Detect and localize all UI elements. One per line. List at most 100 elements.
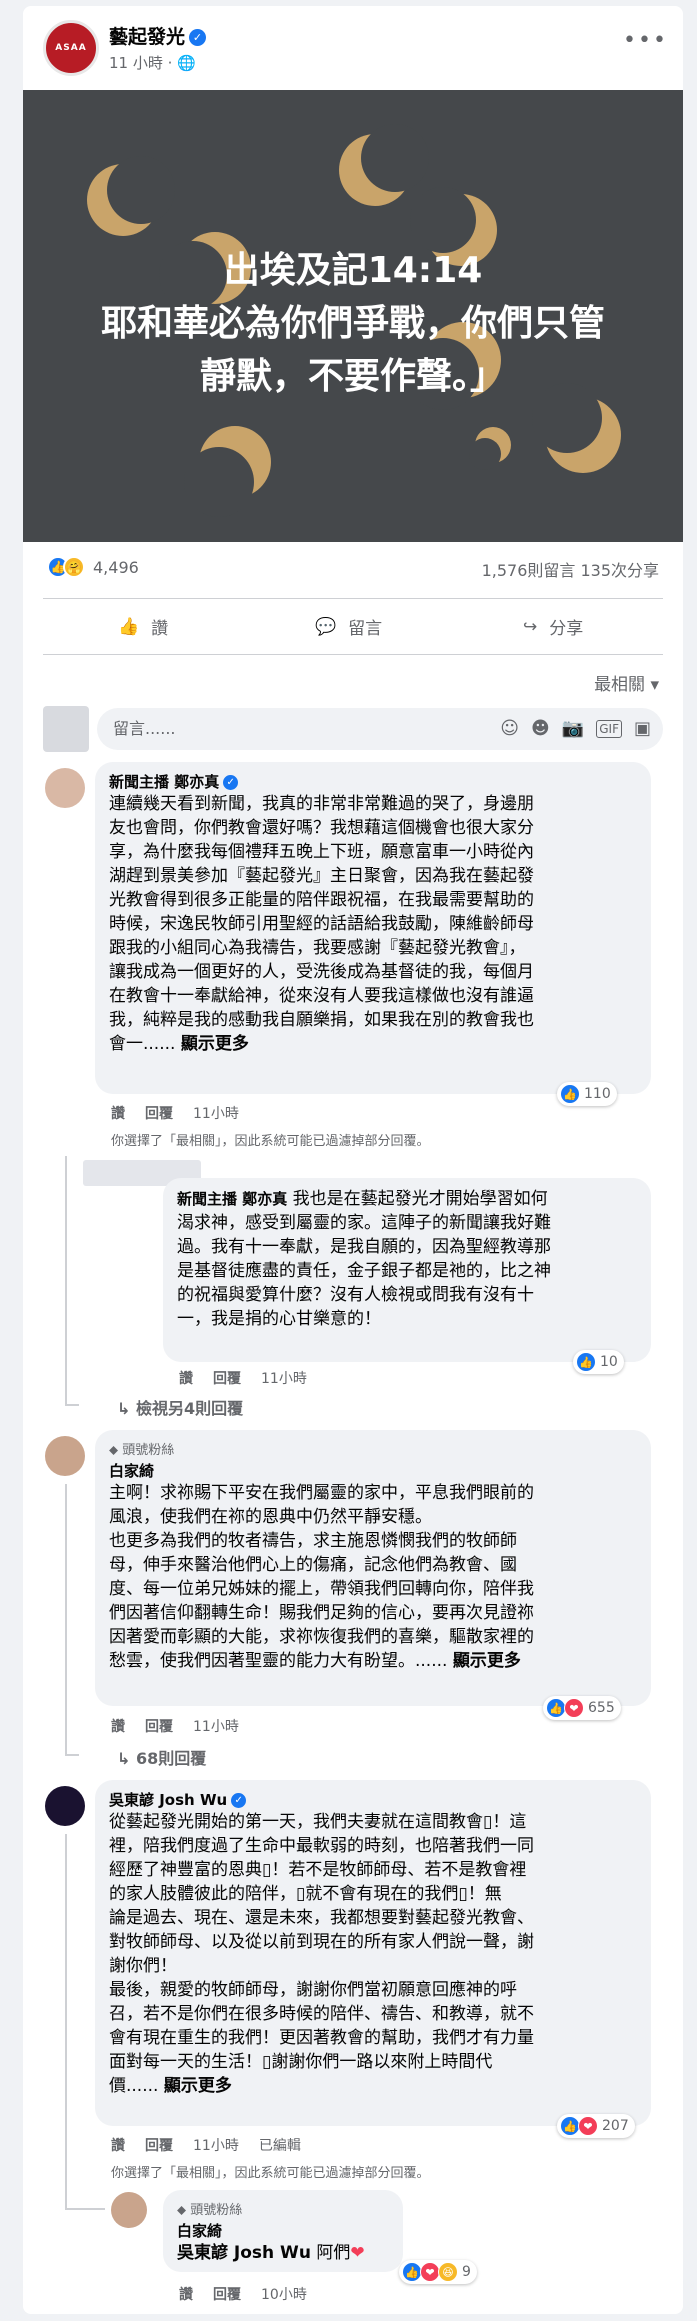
comment-line-text: 價...... bbox=[109, 2076, 164, 2096]
globe-icon: 🌐 bbox=[177, 54, 196, 72]
verified-icon: ✓ bbox=[189, 29, 207, 46]
comment-line-text: 會一...... bbox=[109, 1034, 181, 1054]
comment-text: 主啊！求祢賜下平安在我們屬靈的家中，平息我們眼前的 風浪，使我們在祢的恩典中仍然… bbox=[109, 1481, 637, 1673]
post-card: ASAA 藝起發光 ✓ 11 小時 · 🌐 ••• 出埃及記14:14 耶和華必為… bbox=[23, 6, 683, 2314]
comment-reactions[interactable]: 👍 ❤ 207 bbox=[557, 2114, 635, 2138]
like-reaction-icon: 👍 bbox=[560, 2116, 580, 2136]
emoji-icon[interactable]: ☻ bbox=[531, 708, 550, 750]
comment-line: 度、每一位弟兄姊妹的擺上，帶領我們回轉向你，陪伴我 bbox=[109, 1579, 534, 1599]
reaction-summary[interactable]: 👍 🤗 4,496 bbox=[47, 556, 139, 578]
comment-line: 面對每一天的生活！▯謝謝你們一路以來附上時間代 bbox=[109, 2052, 493, 2072]
comment-line-text: 愁雲，使我們因著聖靈的能力大有盼望。...... bbox=[109, 1651, 453, 1671]
like-reaction-icon: 👍 bbox=[560, 1084, 580, 1104]
comment-line: 對牧師師母、以及從以前到現在的所有家人們說一聲，謝 bbox=[109, 1932, 534, 1952]
comment-actions: 讚回覆 11小時 bbox=[111, 1103, 239, 1123]
like-reaction-icon: 👍 bbox=[546, 1698, 566, 1718]
see-more-link[interactable]: 顯示更多 bbox=[453, 1651, 521, 1671]
comment-like-button[interactable]: 讚 bbox=[111, 1716, 125, 1736]
comment-line: 是基督徒應盡的責任，金子銀子都是祂的，比之神 bbox=[177, 1261, 551, 1281]
reply-time[interactable]: 11小時 bbox=[261, 1368, 307, 1388]
commenter-name-text[interactable]: 新聞主播 鄭亦真 bbox=[109, 773, 219, 791]
comment-reactions[interactable]: 👍 110 bbox=[557, 1082, 617, 1106]
comment-line: 的家人肢體彼此的陪伴，▯就不會有現在的我們▯！無 bbox=[109, 1884, 502, 1904]
thread-line bbox=[65, 1404, 79, 1406]
commenter-name[interactable]: 吳東諺 Josh Wu ✓ bbox=[109, 1789, 637, 1810]
comment-reply-button[interactable]: 回覆 bbox=[145, 1103, 173, 1123]
share-button[interactable]: ↪ 分享 bbox=[523, 614, 583, 640]
sticker-icon[interactable]: ▣ bbox=[634, 708, 651, 750]
reply-reply-button[interactable]: 回覆 bbox=[213, 1368, 241, 1388]
image-text-line: 出埃及記14:14 bbox=[223, 250, 483, 291]
care-reaction-icon: 🤗 bbox=[63, 556, 85, 578]
comment-share-counts[interactable]: 1,576則留言 135次分享 bbox=[482, 557, 659, 581]
share-arrow-icon: ↪ bbox=[523, 616, 538, 637]
camera-icon[interactable]: 📷 bbox=[562, 708, 584, 750]
reply-time[interactable]: 10小時 bbox=[261, 2284, 307, 2304]
filter-note: 你選擇了「最相關」，因此系統可能已過濾掉部分回覆。 bbox=[111, 2166, 430, 2181]
comment-reply-button[interactable]: 回覆 bbox=[145, 1716, 173, 1736]
reply-reactions[interactable]: 👍 10 bbox=[573, 1350, 624, 1374]
comment-time[interactable]: 11小時 bbox=[193, 1716, 239, 1736]
commenter-name[interactable]: 白家綺 bbox=[109, 1460, 637, 1481]
commenter-name[interactable]: 新聞主播 鄭亦真 ✓ bbox=[109, 771, 637, 792]
view-more-replies[interactable]: ↳ 檢視另4則回覆 bbox=[117, 1395, 243, 1419]
top-fan-badge: ⬥ 頭號粉絲 bbox=[109, 1443, 175, 1458]
like-button[interactable]: 👍 讚 bbox=[118, 614, 168, 640]
commenter-name-text[interactable]: 吳東諺 Josh Wu bbox=[109, 1791, 227, 1809]
comment-line: 經歷了神豐富的恩典▯！若不是牧師師母、若不是教會裡 bbox=[109, 1860, 527, 1880]
reply-reaction-count: 10 bbox=[600, 1354, 618, 1370]
top-fan-badge: ⬥ 頭號粉絲 bbox=[177, 2203, 243, 2218]
reply-reactions[interactable]: 👍 ❤ 😆 9 bbox=[399, 2260, 477, 2284]
reply-like-button[interactable]: 讚 bbox=[179, 2284, 193, 2304]
edited-label[interactable]: 已編輯 bbox=[259, 2135, 301, 2155]
thread-line bbox=[65, 1754, 79, 1756]
comment-line: 召，若不是你們在很多時候的陪伴、禱告、和教導，就不 bbox=[109, 2004, 534, 2024]
comment-sort-dropdown[interactable]: 最相關 ▾ bbox=[594, 670, 659, 695]
commenter-avatar[interactable] bbox=[45, 1786, 85, 1826]
comment-line: 享，為什麼我每個禮拜五晚上下班，願意富車一小時從內 bbox=[109, 842, 534, 862]
love-reaction-icon: ❤ bbox=[420, 2262, 440, 2282]
view-replies[interactable]: ↳ 68則回覆 bbox=[117, 1745, 206, 1769]
comment-time[interactable]: 11小時 bbox=[193, 1103, 239, 1123]
gif-icon[interactable]: GIF bbox=[596, 720, 622, 738]
post-timestamp[interactable]: 11 小時 · bbox=[109, 54, 177, 72]
comment-input[interactable]: 留言...... ☺ ☻ 📷 GIF ▣ bbox=[97, 708, 663, 750]
comment-like-button[interactable]: 讚 bbox=[111, 1103, 125, 1123]
current-user-avatar[interactable] bbox=[43, 706, 89, 752]
comment-actions: 讚回覆 11小時 bbox=[111, 1716, 239, 1736]
comment-line: 主啊！求祢賜下平安在我們屬靈的家中，平息我們眼前的 bbox=[109, 1483, 534, 1503]
haha-reaction-icon: 😆 bbox=[438, 2262, 458, 2282]
love-reaction-icon: ❤ bbox=[578, 2116, 598, 2136]
like-reaction-icon: 👍 bbox=[576, 1352, 596, 1372]
comment-like-button[interactable]: 讚 bbox=[111, 2135, 125, 2155]
commenter-avatar[interactable] bbox=[45, 1436, 85, 1476]
page-name[interactable]: 藝起發光 ✓ bbox=[109, 22, 207, 49]
see-more-link[interactable]: 顯示更多 bbox=[181, 1034, 249, 1054]
mention-tag[interactable]: 吳東諺 Josh Wu bbox=[177, 2243, 311, 2263]
comment-input-placeholder: 留言...... bbox=[113, 719, 176, 738]
comment-line: 跟我的小組同心為我禱告，我要感謝『藝起發光教會』， bbox=[109, 938, 526, 958]
comment-button[interactable]: 💬 留言 bbox=[315, 614, 382, 640]
commenter-name[interactable]: 新聞主播 鄭亦真 bbox=[177, 1190, 287, 1208]
commenter-avatar[interactable] bbox=[45, 768, 85, 808]
commenter-avatar[interactable] bbox=[111, 2192, 147, 2228]
avatar-sticker-icon[interactable]: ☺ bbox=[500, 708, 519, 750]
comment-line: 時候，宋逸民牧師引用聖經的話語給我鼓勵，陳維齡師母 bbox=[109, 914, 534, 934]
comment-reactions[interactable]: 👍 ❤ 655 bbox=[543, 1696, 621, 1720]
post-image[interactable]: 出埃及記14:14 耶和華必為你們爭戰，你們只管 靜默，不要作聲。」 bbox=[23, 90, 683, 542]
comment-line: 在教會十一奉獻給神，從來沒有人要我這樣做也沒有誰逼 bbox=[109, 986, 534, 1006]
page-avatar[interactable]: ASAA bbox=[43, 20, 99, 76]
comment-time[interactable]: 11小時 bbox=[193, 2135, 239, 2155]
comment-line: 風浪，使我們在祢的恩典中仍然平靜安穩。 bbox=[109, 1507, 432, 1527]
page-name-link[interactable]: 藝起發光 bbox=[109, 26, 185, 48]
commenter-name[interactable]: 白家綺 bbox=[177, 2220, 389, 2241]
verified-icon: ✓ bbox=[231, 1793, 247, 1808]
thumbs-up-icon: 👍 bbox=[118, 616, 140, 637]
thread-line bbox=[65, 2208, 105, 2210]
reply-like-button[interactable]: 讚 bbox=[179, 1368, 193, 1388]
comment-line: 母，伸手來醫治他們心上的傷痛，記念他們為教會、國 bbox=[109, 1555, 517, 1575]
more-options-icon[interactable]: ••• bbox=[623, 28, 668, 53]
see-more-link[interactable]: 顯示更多 bbox=[164, 2076, 232, 2096]
comment-reply-button[interactable]: 回覆 bbox=[145, 2135, 173, 2155]
reply-reply-button[interactable]: 回覆 bbox=[213, 2284, 241, 2304]
